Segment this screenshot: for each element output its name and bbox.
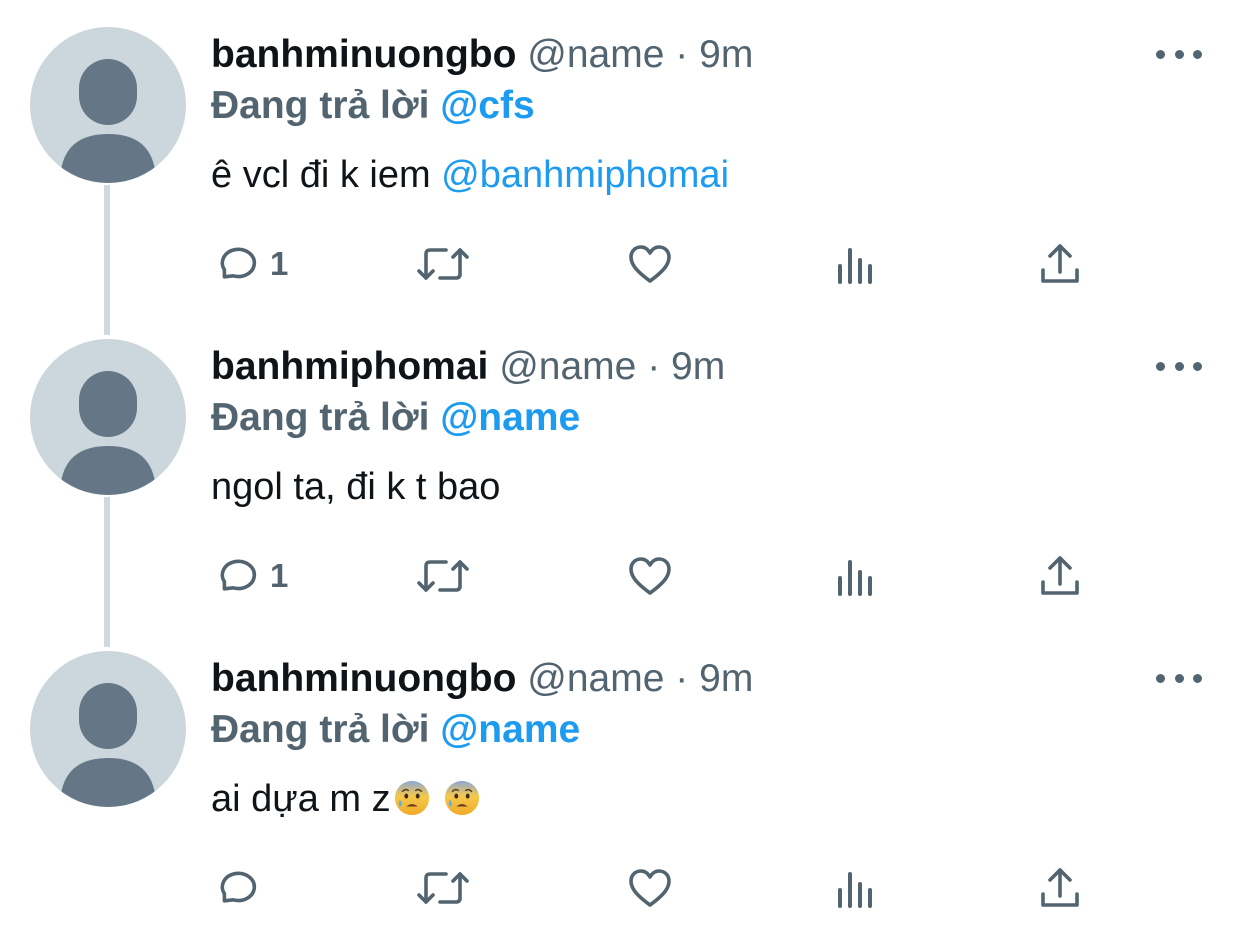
- replying-to-label: Đang trả lời: [211, 84, 430, 127]
- reply-count: 1: [270, 245, 289, 282]
- views-chart-icon: [838, 872, 872, 908]
- avatar[interactable]: [30, 651, 186, 807]
- tweet-header: banhmiphomai @name · 9m: [211, 343, 725, 391]
- replying-to-mention[interactable]: @cfs: [440, 84, 534, 127]
- share-button[interactable]: [1036, 236, 1084, 292]
- replying-to: Đang trả lời @name: [211, 706, 580, 754]
- tweet-text-content: ngol ta, đi k t bao: [211, 466, 501, 508]
- more-dot: [1193, 673, 1202, 683]
- views-button[interactable]: [832, 860, 880, 916]
- more-options-button[interactable]: [1156, 352, 1202, 380]
- retweet-icon: [417, 560, 469, 592]
- more-options-button[interactable]: [1156, 40, 1202, 68]
- display-name[interactable]: banhminuongbo: [211, 657, 516, 700]
- tweet[interactable]: banhminuongbo @name · 9m Đang trả lời @n…: [0, 624, 1242, 936]
- replying-to: Đang trả lời @name: [211, 394, 580, 442]
- reply-bubble-icon: [220, 871, 257, 903]
- tweet-header: banhminuongbo @name · 9m: [211, 31, 753, 79]
- display-name[interactable]: banhminuongbo: [211, 33, 516, 76]
- default-profile-icon: [60, 371, 156, 495]
- default-profile-icon: [60, 59, 156, 183]
- share-button[interactable]: [1036, 548, 1084, 604]
- more-horizontal-icon: [1156, 361, 1165, 371]
- user-handle[interactable]: @name: [499, 345, 636, 388]
- more-options-button[interactable]: [1156, 664, 1202, 692]
- more-dot: [1174, 361, 1184, 371]
- tweet[interactable]: banhmiphomai @name · 9m Đang trả lời @na…: [0, 312, 1242, 624]
- anxious-face-with-sweat-icon: [445, 780, 480, 816]
- separator-dot: ·: [647, 345, 661, 388]
- views-chart-icon: [838, 560, 872, 596]
- retweet-button[interactable]: [414, 860, 472, 916]
- display-name[interactable]: banhmiphomai: [211, 345, 488, 388]
- separator-dot: ·: [675, 33, 689, 76]
- anxious-face-with-sweat-icon: [394, 780, 429, 816]
- timestamp[interactable]: 9m: [699, 657, 753, 700]
- share-icon: [1041, 556, 1079, 595]
- more-dot: [1193, 49, 1202, 59]
- tweet-actions: 1: [0, 236, 1242, 292]
- replying-to-mention[interactable]: @name: [440, 396, 580, 439]
- replying-to-mention[interactable]: @name: [440, 708, 580, 751]
- views-button[interactable]: [832, 236, 880, 292]
- tweet-text-content: ai dựa m z: [211, 778, 391, 820]
- more-horizontal-icon: [1156, 49, 1165, 59]
- reply-bubble-icon: [220, 247, 257, 279]
- like-button[interactable]: [626, 860, 674, 916]
- heart-icon: [629, 245, 671, 283]
- replying-to-label: Đang trả lời: [211, 708, 430, 751]
- reply-button[interactable]: 1: [214, 236, 288, 292]
- replying-to: Đang trả lời @cfs: [211, 82, 535, 130]
- heart-icon: [629, 869, 671, 907]
- reply-count: 1: [270, 557, 289, 594]
- reply-button[interactable]: 1: [214, 548, 288, 604]
- retweet-icon: [417, 248, 469, 280]
- tweet-text: ngol ta, đi k t bao: [211, 462, 500, 512]
- retweet-button[interactable]: [414, 236, 472, 292]
- more-horizontal-icon: [1156, 673, 1165, 683]
- share-icon: [1041, 868, 1079, 907]
- more-dot: [1174, 49, 1184, 59]
- avatar[interactable]: [30, 339, 186, 495]
- retweet-icon: [417, 872, 469, 904]
- tweet-text: ai dựa m z: [211, 774, 481, 824]
- tweet-header: banhminuongbo @name · 9m: [211, 655, 753, 703]
- reply-bubble-icon: [220, 559, 257, 591]
- tweet-actions: 1: [0, 548, 1242, 604]
- share-button[interactable]: [1036, 860, 1084, 916]
- default-profile-icon: [60, 683, 156, 807]
- user-handle[interactable]: @name: [527, 657, 664, 700]
- heart-icon: [629, 557, 671, 595]
- reply-button[interactable]: [214, 860, 262, 916]
- replying-to-label: Đang trả lời: [211, 396, 430, 439]
- tweet[interactable]: banhminuongbo @name · 9m Đang trả lời @c…: [0, 0, 1242, 312]
- tweet-text: ê vcl đi k iem @banhmiphomai: [211, 150, 729, 200]
- tweet-text-content: ê vcl đi k iem: [211, 154, 442, 196]
- separator-dot: ·: [675, 657, 689, 700]
- views-chart-icon: [838, 248, 872, 284]
- views-button[interactable]: [832, 548, 880, 604]
- more-dot: [1193, 361, 1202, 371]
- timestamp[interactable]: 9m: [671, 345, 725, 388]
- like-button[interactable]: [626, 548, 674, 604]
- retweet-button[interactable]: [414, 548, 472, 604]
- like-button[interactable]: [626, 236, 674, 292]
- user-handle[interactable]: @name: [527, 33, 664, 76]
- timestamp[interactable]: 9m: [699, 33, 753, 76]
- avatar[interactable]: [30, 27, 186, 183]
- tweet-actions: [0, 860, 1242, 916]
- share-icon: [1041, 244, 1079, 283]
- more-dot: [1174, 673, 1184, 683]
- body-mention-link[interactable]: @banhmiphomai: [441, 154, 729, 196]
